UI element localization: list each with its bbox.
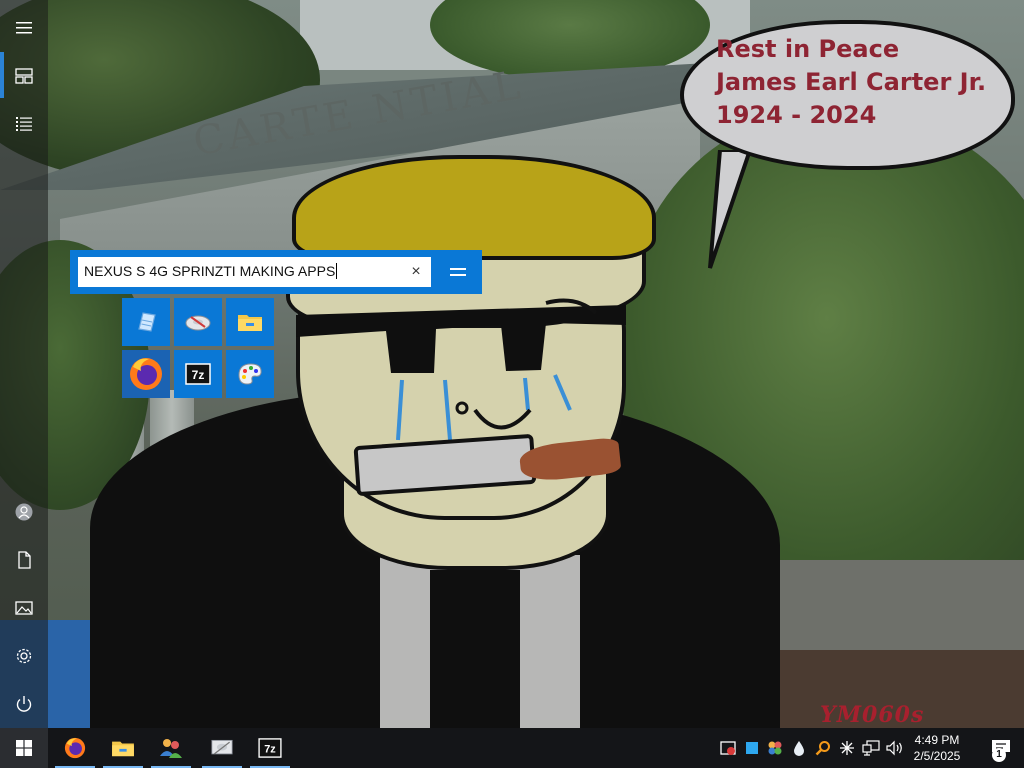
windows-logo-icon xyxy=(16,740,32,756)
file-explorer-icon xyxy=(238,315,262,331)
tile-file-explorer[interactable] xyxy=(226,298,274,346)
tray-volume[interactable] xyxy=(883,728,907,768)
taskbar-file-explorer[interactable] xyxy=(99,728,147,768)
taskbar-firefox[interactable] xyxy=(51,728,99,768)
start-menu-rail xyxy=(0,0,48,728)
search-input[interactable]: NEXUS S 4G SPRINZTI MAKING APPS × xyxy=(78,257,431,287)
tile-disk-cleanup[interactable] xyxy=(174,298,222,346)
notification-count-badge: 1 xyxy=(992,748,1006,762)
clock-date: 2/5/2025 xyxy=(913,749,961,763)
tray-sparkle[interactable] xyxy=(835,728,859,768)
documents-icon xyxy=(18,551,31,569)
taskbar-7zip[interactable]: 7z xyxy=(246,728,294,768)
bubble-line-1: Rest in Peace xyxy=(716,35,900,63)
tile-paint[interactable] xyxy=(226,350,274,398)
taskbar-disk-cleanup[interactable] xyxy=(198,728,246,768)
hamburger-icon xyxy=(16,22,32,34)
start-search-panel: NEXUS S 4G SPRINZTI MAKING APPS × xyxy=(70,250,482,294)
notepad-icon xyxy=(138,312,156,332)
speech-bubble-text: Rest in Peace James Earl Carter Jr. 1924… xyxy=(716,33,986,132)
taskbar-7zip-label: 7z xyxy=(264,744,276,756)
firefox-icon xyxy=(130,358,162,390)
start-button[interactable] xyxy=(0,728,48,768)
paint-icon xyxy=(238,363,262,385)
all-apps-icon xyxy=(16,117,32,131)
tiles-button[interactable] xyxy=(0,52,48,100)
watermark: YM060s xyxy=(820,702,925,728)
tile-7zip-label: 7z xyxy=(192,368,205,382)
tile-notepad[interactable] xyxy=(122,298,170,346)
volume-icon xyxy=(886,740,902,756)
7zip-icon: 7z xyxy=(258,738,282,758)
tray-water-drop[interactable] xyxy=(787,728,811,768)
sunglasses-icon xyxy=(296,298,626,373)
expand-menu-button[interactable] xyxy=(0,4,48,52)
tray-colorful-app[interactable] xyxy=(763,728,787,768)
taskbar: 7z 4:49 PM 2/5/2025 1 xyxy=(0,728,1024,768)
search-input-value: NEXUS S 4G SPRINZTI MAKING APPS xyxy=(84,263,338,279)
tray-search-tool[interactable] xyxy=(811,728,835,768)
blue-square-icon xyxy=(746,742,758,754)
sparkle-icon xyxy=(840,741,854,755)
tiles-icon xyxy=(15,68,33,84)
antivirus-icon xyxy=(720,741,736,755)
clear-search-button[interactable]: × xyxy=(405,261,427,283)
disk-cleanup-icon xyxy=(185,315,211,331)
7zip-icon: 7z xyxy=(185,363,211,385)
pictures-icon xyxy=(15,601,33,615)
settings-button[interactable] xyxy=(0,632,48,680)
power-icon xyxy=(16,696,32,712)
tray-blue-square[interactable] xyxy=(740,728,764,768)
user-account-button[interactable] xyxy=(0,488,48,536)
all-apps-button[interactable] xyxy=(0,100,48,148)
file-explorer-icon xyxy=(112,741,134,757)
tray-network[interactable] xyxy=(859,728,883,768)
pictures-button[interactable] xyxy=(0,584,48,632)
taskbar-clock[interactable]: 4:49 PM 2/5/2025 xyxy=(906,732,968,764)
cartoon-tie xyxy=(430,570,520,735)
search-options-button[interactable] xyxy=(440,258,476,286)
water-drop-icon xyxy=(794,741,804,756)
bubble-line-3: 1924 - 2024 xyxy=(716,101,877,129)
network-icon xyxy=(862,740,880,756)
speech-bubble-tail xyxy=(708,150,753,269)
colorful-app-icon xyxy=(768,741,782,755)
search-tool-icon xyxy=(815,741,830,756)
documents-button[interactable] xyxy=(0,536,48,584)
network-users-icon xyxy=(160,739,182,758)
tile-firefox[interactable] xyxy=(122,350,170,398)
power-button[interactable] xyxy=(0,680,48,728)
taskbar-network-users[interactable] xyxy=(147,728,195,768)
cartoon-hat xyxy=(292,155,656,260)
text-caret xyxy=(336,263,338,279)
firefox-icon xyxy=(64,737,86,759)
menu-line xyxy=(450,268,466,270)
user-icon xyxy=(15,503,33,521)
tray-antivirus[interactable] xyxy=(716,728,740,768)
tile-7zip[interactable]: 7z xyxy=(174,350,222,398)
bubble-line-2: James Earl Carter Jr. xyxy=(716,68,987,96)
menu-line xyxy=(450,274,466,276)
disk-cleanup-icon xyxy=(211,739,233,755)
close-icon: × xyxy=(411,263,421,280)
settings-icon xyxy=(16,648,32,664)
clock-time: 4:49 PM xyxy=(914,733,960,747)
